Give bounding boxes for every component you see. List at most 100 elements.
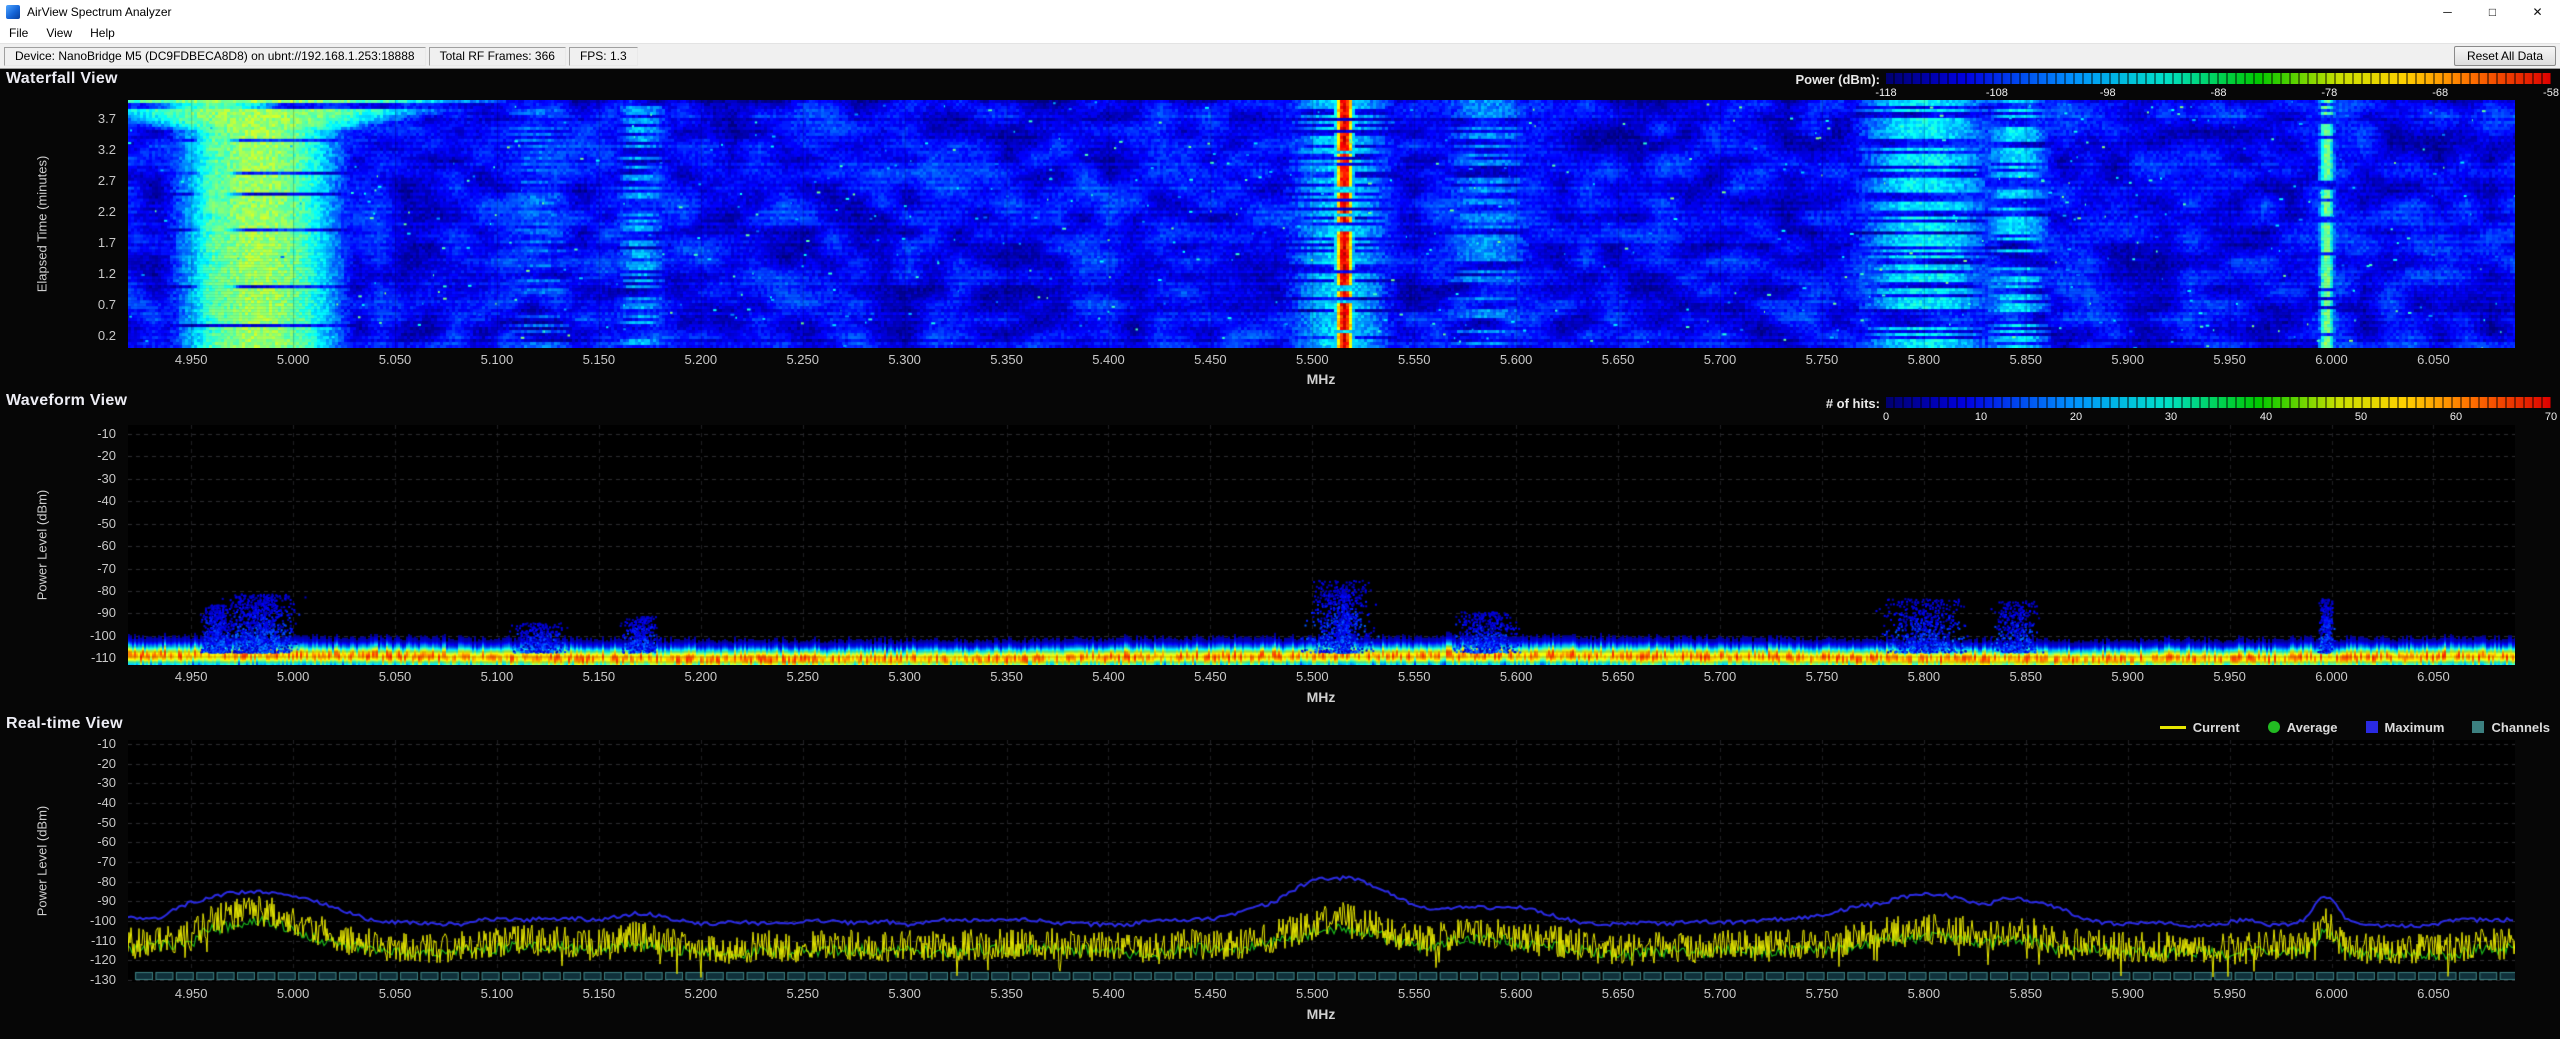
- x-tick-label: 5.350: [990, 669, 1023, 684]
- current-swatch-icon: [2160, 726, 2186, 729]
- x-tick-label: 5.450: [1194, 669, 1227, 684]
- y-tick-label: 0.7: [98, 297, 116, 313]
- y-tick-label: -60: [97, 834, 116, 850]
- statusbar: Device: NanoBridge M5 (DC9FDBECA8D8) on …: [0, 44, 2560, 69]
- menu-help[interactable]: Help: [81, 24, 124, 42]
- legend-item-channels: Channels: [2472, 720, 2550, 735]
- x-tick-label: 4.950: [175, 669, 208, 684]
- x-tick-label: 5.300: [888, 352, 921, 367]
- x-tick-label: 5.750: [1806, 986, 1839, 1001]
- rf-frames-status: Total RF Frames: 366: [429, 47, 566, 66]
- maximize-button[interactable]: □: [2470, 0, 2515, 23]
- minimize-button[interactable]: ─: [2425, 0, 2470, 23]
- y-tick-label: 1.7: [98, 235, 116, 251]
- x-tick-label: 5.300: [888, 986, 921, 1001]
- realtime-title: Real-time View: [6, 715, 123, 733]
- y-tick-label: 2.7: [98, 173, 116, 189]
- y-tick-label: -110: [91, 650, 116, 666]
- colorbar-tick-label: -58: [2543, 87, 2559, 99]
- window-controls: ─ □ ✕: [2425, 0, 2560, 23]
- titlebar: AirView Spectrum Analyzer ─ □ ✕: [0, 0, 2560, 23]
- x-tick-label: 5.500: [1296, 352, 1329, 367]
- x-tick-label: 5.950: [2213, 669, 2246, 684]
- realtime-xtick-labels: 4.9505.0005.0505.1005.1505.2005.2505.300…: [128, 986, 2515, 1002]
- waveform-ytick-labels: -10-20-30-40-50-60-70-80-90-100-110: [64, 425, 122, 665]
- x-tick-label: 5.100: [481, 986, 514, 1001]
- waterfall-ylabel: Elapsed Time (minutes): [35, 156, 50, 293]
- x-tick-label: 5.050: [379, 986, 412, 1001]
- hits-colorbar: [1886, 397, 2551, 408]
- y-tick-label: -80: [97, 583, 116, 599]
- y-tick-label: -10: [97, 736, 116, 752]
- x-tick-label: 5.100: [481, 669, 514, 684]
- waterfall-ytick-labels: 3.73.22.72.21.71.20.70.2: [64, 100, 122, 348]
- colorbar-tick-label: 70: [2545, 411, 2557, 423]
- waterfall-xtick-labels: 4.9505.0005.0505.1005.1505.2005.2505.300…: [128, 352, 2515, 368]
- x-tick-label: 5.000: [277, 352, 310, 367]
- power-colorbar-ticks: -118-108-98-88-78-68-58: [1886, 87, 2551, 101]
- y-tick-label: -50: [97, 516, 116, 532]
- colorbar-tick-label: 10: [1975, 411, 1987, 423]
- x-tick-label: 5.900: [2111, 669, 2144, 684]
- colorbar-tick-label: -98: [2100, 87, 2116, 99]
- menu-view[interactable]: View: [37, 24, 81, 42]
- close-button[interactable]: ✕: [2515, 0, 2560, 23]
- y-tick-label: 1.2: [98, 266, 116, 282]
- y-tick-label: -30: [97, 471, 116, 487]
- x-tick-label: 5.600: [1500, 986, 1533, 1001]
- realtime-ytick-labels: -10-20-30-40-50-60-70-80-90-100-110-120-…: [64, 740, 122, 982]
- legend-label: Current: [2193, 720, 2240, 735]
- x-tick-label: 4.950: [175, 352, 208, 367]
- x-tick-label: 5.700: [1704, 669, 1737, 684]
- colorbar-tick-label: -108: [1986, 87, 2008, 99]
- y-tick-label: -90: [97, 605, 116, 621]
- menu-file[interactable]: File: [0, 24, 37, 42]
- x-tick-label: 5.350: [990, 986, 1023, 1001]
- x-tick-label: 5.500: [1296, 986, 1329, 1001]
- window-title: AirView Spectrum Analyzer: [27, 5, 172, 19]
- y-tick-label: -60: [97, 538, 116, 554]
- reset-all-data-button[interactable]: Reset All Data: [2454, 46, 2556, 66]
- x-tick-label: 5.000: [277, 986, 310, 1001]
- y-tick-label: -80: [97, 874, 116, 890]
- x-tick-label: 5.350: [990, 352, 1023, 367]
- colorbar-tick-label: -118: [1875, 87, 1896, 99]
- x-tick-label: 5.850: [2009, 986, 2042, 1001]
- legend-item-current: Current: [2160, 720, 2240, 735]
- x-tick-label: 5.150: [583, 352, 616, 367]
- hits-colorbar-ticks: 010203040506070: [1886, 411, 2551, 425]
- y-tick-label: -70: [97, 561, 116, 577]
- power-colorbar: [1886, 73, 2551, 84]
- waveform-xaxis-unit: MHz: [1307, 689, 1336, 705]
- power-legend-label: Power (dBm):: [1700, 72, 1880, 87]
- x-tick-label: 5.550: [1398, 986, 1431, 1001]
- y-tick-label: -100: [90, 628, 116, 644]
- realtime-xaxis-unit: MHz: [1307, 1006, 1336, 1022]
- y-tick-label: 3.7: [98, 111, 116, 127]
- x-tick-label: 5.550: [1398, 352, 1431, 367]
- y-tick-label: -20: [97, 448, 116, 464]
- legend-item-maximum: Maximum: [2366, 720, 2445, 735]
- realtime-ylabel: Power Level (dBm): [35, 806, 50, 917]
- x-tick-label: 5.050: [379, 352, 412, 367]
- colorbar-tick-label: 40: [2260, 411, 2272, 423]
- x-tick-label: 5.150: [583, 669, 616, 684]
- channels-swatch-icon: [2472, 721, 2484, 733]
- x-tick-label: 5.250: [786, 986, 819, 1001]
- x-tick-label: 5.850: [2009, 352, 2042, 367]
- x-tick-label: 5.600: [1500, 669, 1533, 684]
- x-tick-label: 5.950: [2213, 986, 2246, 1001]
- x-tick-label: 5.200: [685, 986, 718, 1001]
- y-tick-label: 3.2: [98, 142, 116, 158]
- colorbar-tick-label: -68: [2432, 87, 2448, 99]
- colorbar-tick-label: 0: [1883, 411, 1889, 423]
- colorbar-tick-label: -78: [2321, 87, 2337, 99]
- x-tick-label: 6.000: [2315, 352, 2348, 367]
- y-tick-label: -20: [97, 756, 116, 772]
- x-tick-label: 5.800: [1908, 669, 1941, 684]
- x-tick-label: 5.850: [2009, 669, 2042, 684]
- colorbar-tick-label: 20: [2070, 411, 2082, 423]
- x-tick-label: 5.900: [2111, 986, 2144, 1001]
- y-tick-label: -70: [97, 854, 116, 870]
- y-tick-label: -10: [97, 426, 116, 442]
